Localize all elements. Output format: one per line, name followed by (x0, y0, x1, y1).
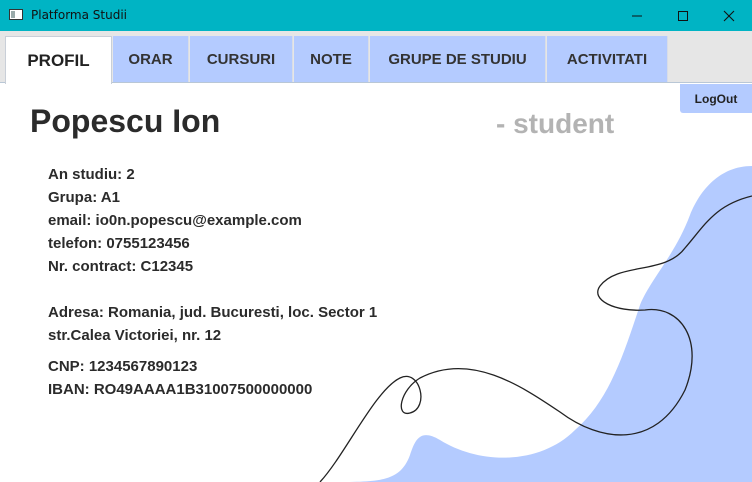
tab-profil[interactable]: PROFIL (5, 36, 112, 84)
telefon-value: 0755123456 (106, 235, 190, 252)
window-title: Platforma Studii (31, 8, 127, 22)
adresa-line2: str.Calea Victoriei, nr. 12 (48, 327, 222, 344)
app-icon (9, 9, 23, 20)
adresa-line1: Romania, jud. Bucuresti, loc. Sector 1 (108, 304, 378, 321)
an-studiu-value: 2 (126, 166, 135, 183)
close-button[interactable] (706, 0, 752, 31)
iban-value: RO49AAAA1B31007500000000 (93, 381, 313, 398)
app-window: Platforma Studii PROFIL ORAR CURSURI NOT… (0, 0, 752, 482)
contract-label: Nr. contract (48, 258, 141, 275)
student-name: Popescu Ion (30, 103, 221, 139)
info-iban: IBANRO49AAAA1B31007500000000 (48, 381, 312, 398)
tab-cursuri[interactable]: CURSURI (190, 36, 293, 83)
iban-label: IBAN (48, 381, 94, 398)
cnp-label: CNP (48, 358, 89, 375)
info-contract: Nr. contractC12345 (48, 258, 193, 275)
title-bar[interactable]: Platforma Studii (0, 0, 752, 31)
tab-note[interactable]: NOTE (294, 36, 369, 83)
close-icon (723, 10, 735, 22)
grupa-label: Grupa (48, 189, 101, 206)
tab-orar[interactable]: ORAR (113, 36, 189, 83)
telefon-label: telefon (48, 235, 106, 252)
maximize-icon (678, 11, 688, 21)
decorative-line (319, 195, 752, 482)
tab-grupe-de-studiu[interactable]: GRUPE DE STUDIU (370, 36, 546, 83)
minimize-button[interactable] (614, 0, 660, 31)
grupa-value: A1 (100, 189, 120, 206)
info-an-studiu: An studiu2 (48, 166, 135, 183)
cnp-value: 1234567890123 (88, 358, 198, 375)
info-grupa: GrupaA1 (48, 189, 120, 206)
decorative-blob (330, 166, 752, 482)
an-studiu-label: An studiu (48, 166, 126, 183)
info-cnp: CNP1234567890123 (48, 358, 197, 375)
logout-button[interactable]: LogOut (680, 84, 752, 113)
email-value: io0n.popescu@example.com (95, 212, 302, 229)
info-email: emailio0n.popescu@example.com (48, 212, 302, 229)
adresa-label: Adresa (48, 304, 108, 321)
tab-activitati[interactable]: ACTIVITATI (547, 36, 668, 83)
minimize-icon (632, 15, 642, 17)
info-telefon: telefon0755123456 (48, 235, 190, 252)
contract-value: C12345 (140, 258, 194, 275)
email-label: email (48, 212, 96, 229)
student-role: - student (496, 108, 615, 139)
tab-bar: PROFIL ORAR CURSURI NOTE GRUPE DE STUDIU… (0, 31, 752, 84)
info-adresa: AdresaRomania, jud. Bucuresti, loc. Sect… (48, 304, 377, 321)
maximize-button[interactable] (660, 0, 706, 31)
